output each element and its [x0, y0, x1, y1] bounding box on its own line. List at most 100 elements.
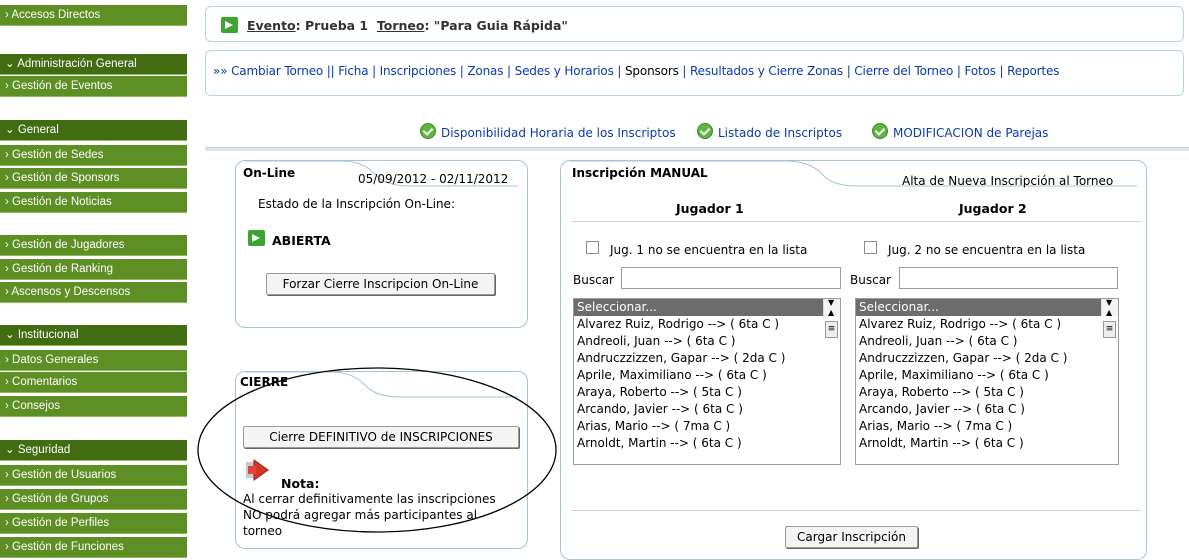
- nav-link[interactable]: Reportes: [1007, 64, 1059, 78]
- nav-link[interactable]: Ficha: [338, 64, 368, 78]
- player-option[interactable]: Araya, Roberto --> ( 5ta C ): [856, 384, 1118, 401]
- nav-link[interactable]: Cierre del Torneo: [854, 64, 953, 78]
- sidebar-item[interactable]: › Gestión de Ranking: [0, 259, 187, 280]
- sidebar-item[interactable]: ⌄ Administración General: [0, 54, 187, 75]
- player-option[interactable]: Alvarez Ruiz, Rodrigo --> ( 6ta C ): [856, 316, 1118, 333]
- arrow-right-icon: [221, 17, 238, 33]
- nav-separator: |: [843, 64, 855, 78]
- sidebar-item[interactable]: ⌄ Institucional: [0, 325, 187, 346]
- player-option[interactable]: Andruczzizzen, Gapar --> ( 2da C ): [856, 350, 1118, 367]
- jug2-not-found-checkbox[interactable]: [864, 241, 877, 254]
- evento-link[interactable]: Evento: [247, 18, 296, 33]
- jugador2-heading: Jugador 2: [959, 201, 1027, 216]
- online-estado-label: Estado de la Inscripción On-Line:: [258, 197, 455, 211]
- player-option[interactable]: Aprile, Maximiliano --> ( 6ta C ): [574, 367, 840, 384]
- jug1-not-found-checkbox[interactable]: [586, 241, 599, 254]
- jugador2-select-list[interactable]: Seleccionar... Alvarez Ruiz, Rodrigo --> …: [855, 298, 1119, 465]
- nav-links: »» Cambiar Torneo || Ficha | Inscripcion…: [213, 64, 1059, 78]
- torneo-link[interactable]: Torneo: [377, 18, 425, 33]
- sidebar-item[interactable]: › Gestión de Noticias: [0, 192, 187, 213]
- online-dates: 05/09/2012 - 02/11/2012: [358, 172, 509, 186]
- player-option[interactable]: Andruczzizzen, Gapar --> ( 2da C ): [574, 350, 840, 367]
- evento-value: : Prueba 1: [295, 18, 369, 33]
- force-close-button[interactable]: Forzar Cierre Inscripcion On-Line: [266, 273, 495, 295]
- highlight-ellipse: [197, 367, 557, 533]
- nav-separator: |: [613, 64, 625, 78]
- nav-separator: |: [953, 64, 965, 78]
- nav-link[interactable]: Sponsors: [625, 64, 679, 78]
- list1-scrollbar[interactable]: ▲ ≡ ▼: [823, 299, 840, 338]
- sidebar-item[interactable]: › Comentarios: [0, 372, 187, 393]
- manual-subtitle: Alta de Nueva Inscripción al Torneo: [902, 174, 1114, 188]
- sidebar-item[interactable]: › Gestión de Jugadores: [0, 235, 187, 256]
- player-option[interactable]: Arcando, Javier --> ( 6ta C ): [574, 401, 840, 418]
- disponibilidad-link[interactable]: Disponibilidad Horaria de los Inscriptos: [441, 126, 676, 140]
- nav-link[interactable]: Resultados y Cierre Zonas: [690, 64, 843, 78]
- online-status: ABIERTA: [272, 233, 331, 248]
- sidebar-item[interactable]: › Datos Generales: [0, 350, 187, 371]
- player-option[interactable]: Seleccionar...: [856, 299, 1118, 316]
- listado-link[interactable]: Listado de Inscriptos: [718, 126, 842, 140]
- nav-link[interactable]: Cambiar Torneo: [231, 64, 323, 78]
- sidebar-item[interactable]: › Gestión de Funciones: [0, 537, 187, 558]
- sidebar-item[interactable]: ⌄ General: [0, 120, 187, 141]
- manual-tab-label: Inscripción MANUAL: [572, 166, 708, 180]
- sidebar-gap: [0, 26, 187, 54]
- nav-link[interactable]: Sedes y Horarios: [515, 64, 614, 78]
- player-option[interactable]: Seleccionar...: [574, 299, 840, 316]
- nav-separator: |: [678, 64, 690, 78]
- player-option[interactable]: Aprile, Maximiliano --> ( 6ta C ): [856, 367, 1118, 384]
- sidebar-gap: [0, 304, 187, 325]
- section-divider: [205, 147, 1189, 151]
- list2-scrollbar[interactable]: ▲ ≡ ▼: [1101, 299, 1118, 338]
- player-option[interactable]: Arcando, Javier --> ( 6ta C ): [856, 401, 1118, 418]
- sidebar-item[interactable]: › Gestión de Sponsors: [0, 168, 187, 189]
- player-option[interactable]: Arnoldt, Martin --> ( 6ta C ): [856, 435, 1118, 452]
- player-option[interactable]: Araya, Roberto --> ( 5ta C ): [574, 384, 840, 401]
- player-option[interactable]: Andreoli, Juan --> ( 6ta C ): [574, 333, 840, 350]
- nav-separator: |: [995, 64, 1008, 78]
- check-circle-icon: [697, 123, 713, 139]
- torneo-value: : "Para Guia Rápida": [424, 18, 568, 33]
- sidebar-item[interactable]: › Consejos: [0, 396, 187, 417]
- buscar2-input[interactable]: [899, 267, 1118, 289]
- sidebar-item[interactable]: › Gestión de Usuarios: [0, 465, 187, 486]
- nav-prefix: »»: [213, 64, 228, 78]
- buscar1-label: Buscar: [573, 273, 614, 287]
- sidebar-gap: [0, 418, 187, 440]
- nav-separator: ||: [323, 64, 339, 78]
- jugador1-select-list[interactable]: Seleccionar... Alvarez Ruiz, Rodrigo --> …: [573, 298, 841, 465]
- nav-separator: |: [503, 64, 515, 78]
- sidebar-gap: [0, 214, 187, 235]
- cargar-inscripcion-button[interactable]: Cargar Inscripción: [785, 526, 918, 548]
- sidebar-item[interactable]: ⌄ Seguridad: [0, 440, 187, 461]
- modificacion-link[interactable]: MODIFICACION de Parejas: [893, 126, 1048, 140]
- player-option[interactable]: Andreoli, Juan --> ( 6ta C ): [856, 333, 1118, 350]
- nav-link[interactable]: Inscripciones: [380, 64, 457, 78]
- sidebar-item[interactable]: › Gestión de Perfiles: [0, 513, 187, 534]
- nav-link[interactable]: Zonas: [467, 64, 503, 78]
- online-tab-label: On-Line: [243, 166, 296, 180]
- jugador1-heading: Jugador 1: [676, 201, 744, 216]
- player-option[interactable]: Arias, Mario --> ( 7ma C ): [574, 418, 840, 435]
- check-circle-icon: [872, 123, 888, 139]
- nav-link[interactable]: Fotos: [965, 64, 997, 78]
- check-circle-icon: [420, 123, 436, 139]
- nav-separator: |: [456, 64, 468, 78]
- nav-separator: |: [368, 64, 380, 78]
- player-option[interactable]: Arnoldt, Martin --> ( 6ta C ): [574, 435, 840, 452]
- jug1-check-label: Jug. 1 no se encuentra en la lista: [610, 243, 808, 257]
- arrow-right-icon: [248, 230, 265, 246]
- header-divider: [572, 221, 1141, 222]
- sidebar-gap: [0, 97, 187, 120]
- sidebar-item[interactable]: › Ascensos y Descensos: [0, 282, 187, 303]
- sidebar-item[interactable]: › Gestión de Sedes: [0, 145, 187, 166]
- jug2-check-label: Jug. 2 no se encuentra en la lista: [888, 243, 1086, 257]
- sidebar-item[interactable]: › Accesos Directos: [0, 5, 187, 26]
- buscar2-label: Buscar: [850, 273, 891, 287]
- player-option[interactable]: Alvarez Ruiz, Rodrigo --> ( 6ta C ): [574, 316, 840, 333]
- sidebar-item[interactable]: › Gestión de Grupos: [0, 489, 187, 510]
- buscar1-input[interactable]: [621, 267, 841, 289]
- sidebar-item[interactable]: › Gestión de Eventos: [0, 76, 187, 97]
- player-option[interactable]: Arias, Mario --> ( 7ma C ): [856, 418, 1118, 435]
